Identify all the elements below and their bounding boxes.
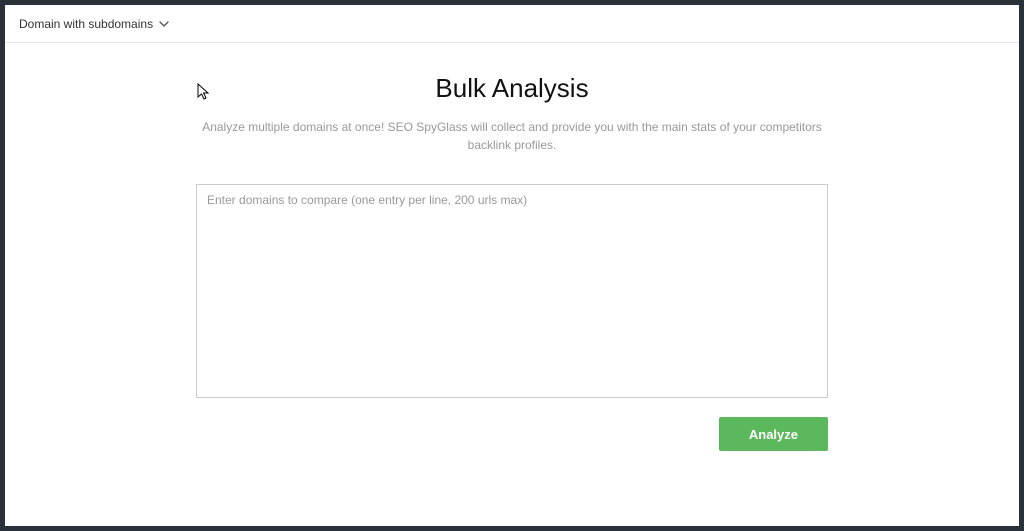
domain-scope-dropdown[interactable]: Domain with subdomains — [19, 17, 169, 31]
page-title: Bulk Analysis — [5, 73, 1019, 104]
analyze-button[interactable]: Analyze — [719, 417, 828, 451]
main-content: Bulk Analysis Analyze multiple domains a… — [5, 43, 1019, 451]
domain-scope-label: Domain with subdomains — [19, 17, 153, 31]
domains-input[interactable] — [196, 184, 828, 398]
app-frame: Domain with subdomains Bulk Analysis Ana… — [5, 5, 1019, 526]
chevron-down-icon — [159, 21, 169, 27]
top-bar: Domain with subdomains — [5, 5, 1019, 43]
page-subtitle: Analyze multiple domains at once! SEO Sp… — [202, 118, 822, 154]
form-actions: Analyze — [196, 417, 828, 451]
form-area: Analyze — [196, 184, 828, 451]
